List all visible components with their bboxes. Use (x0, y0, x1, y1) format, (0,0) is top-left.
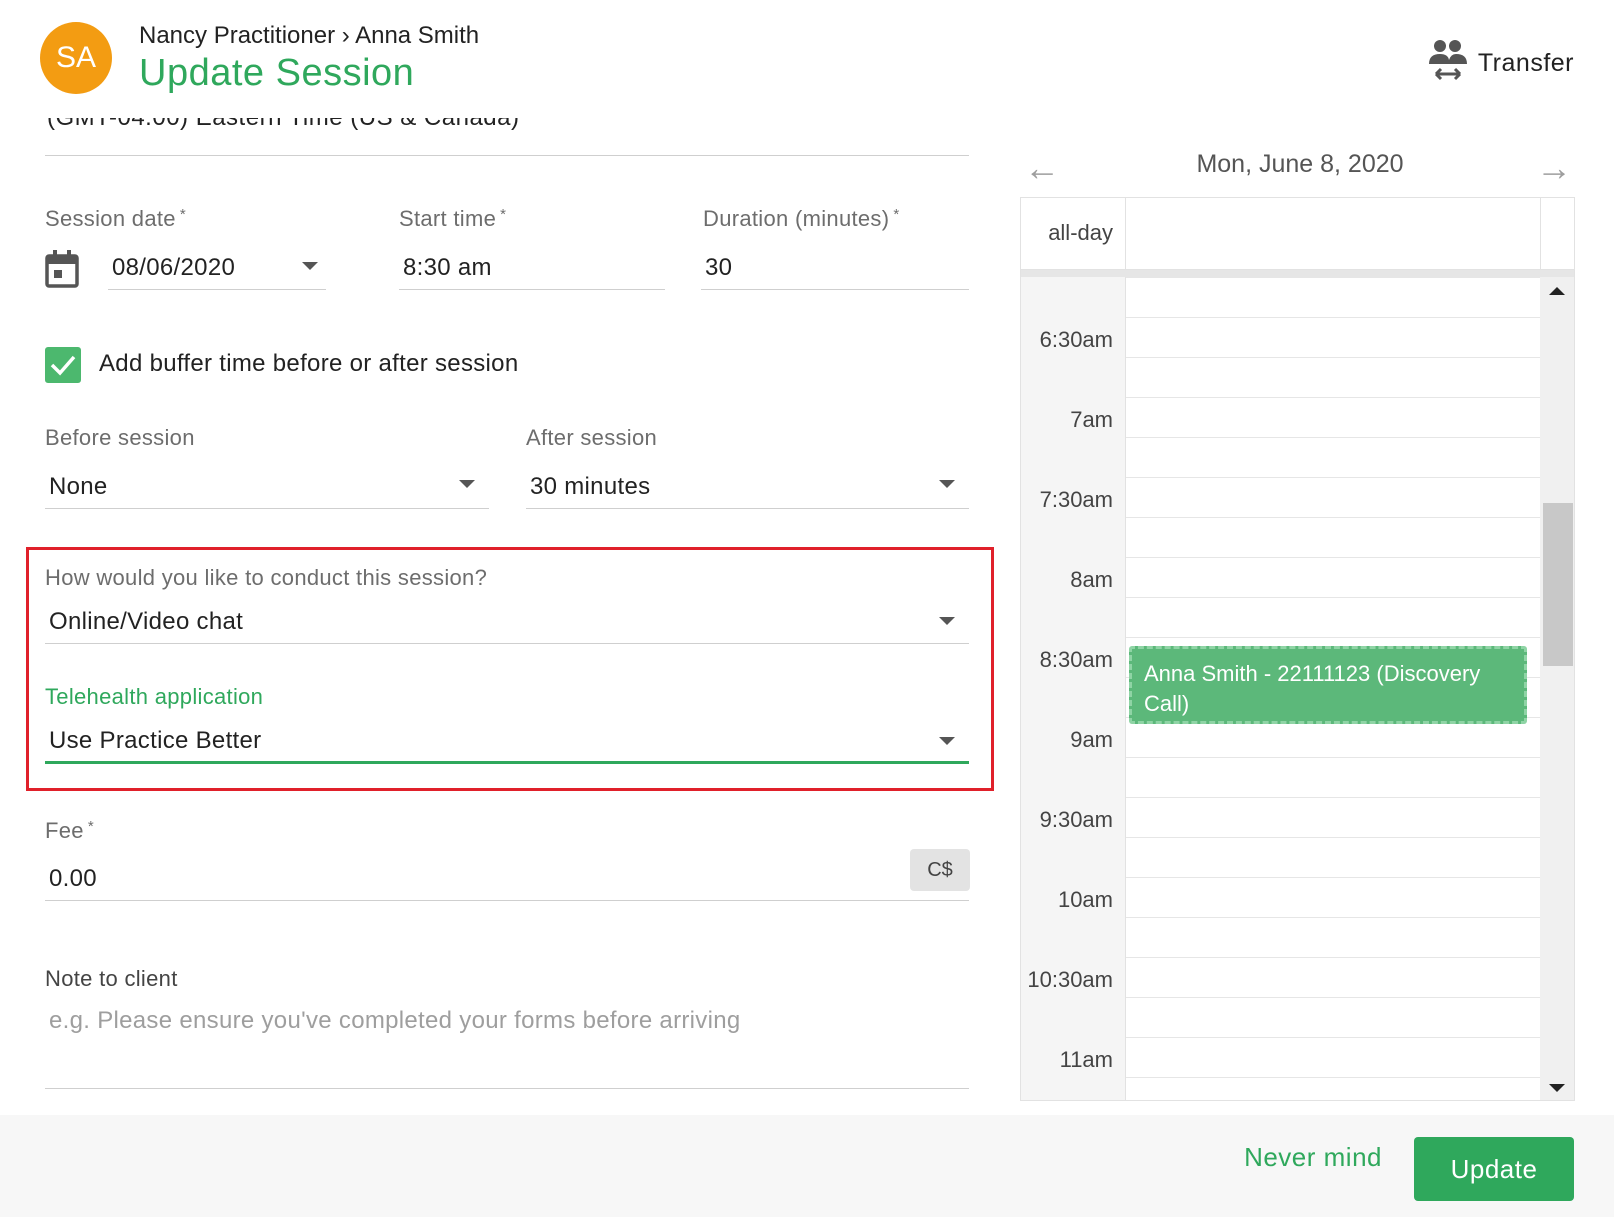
after-session-dropdown-icon[interactable] (939, 480, 955, 488)
avatar-initials: SA (55, 41, 97, 74)
session-date-input[interactable]: 08/06/2020 (108, 246, 326, 290)
time-slot-area[interactable]: Anna Smith - 22111123 (Discovery Call) (1126, 277, 1540, 1100)
session-date-label: Session date * (45, 206, 186, 231)
time-label: 8am (1070, 567, 1113, 592)
after-session-label: After session (526, 425, 658, 450)
buffer-checkbox[interactable] (45, 347, 81, 383)
duration-input[interactable]: 30 (701, 246, 969, 290)
calendar-event[interactable]: Anna Smith - 22111123 (Discovery Call) (1129, 646, 1527, 724)
transfer-users-icon (1428, 38, 1468, 89)
before-session-label: Before session (45, 425, 195, 450)
before-session-select[interactable]: None (45, 465, 489, 509)
time-label: 8:30am (1039, 647, 1113, 672)
calendar-icon[interactable] (45, 250, 79, 293)
time-label: 7am (1070, 407, 1113, 432)
checkmark-icon (50, 355, 76, 376)
before-session-dropdown-icon[interactable] (459, 480, 475, 488)
allday-divider (1021, 270, 1574, 277)
time-label: 9:30am (1039, 807, 1113, 832)
time-label: 6:30am (1039, 327, 1113, 352)
scroll-thumb[interactable] (1543, 503, 1573, 666)
telehealth-dropdown-icon[interactable] (939, 737, 955, 745)
scroll-down-arrow-icon[interactable] (1549, 1084, 1565, 1092)
note-label: Note to client (45, 966, 178, 991)
after-session-select[interactable]: 30 minutes (526, 465, 969, 509)
time-label: 10am (1057, 887, 1113, 912)
breadcrumb: Nancy Practitioner › Anna Smith (139, 22, 480, 49)
telehealth-label: Telehealth application (45, 684, 264, 709)
day-calendar: all-day 6:30am 7am 7:30am 8am 8:30am 9am… (1020, 197, 1575, 1101)
calendar-date-title: Mon, June 8, 2020 (1196, 150, 1404, 178)
transfer-label: Transfer (1477, 49, 1574, 77)
telehealth-select[interactable]: Use Practice Better (45, 720, 969, 764)
time-label: 11am (1059, 1047, 1113, 1072)
conduct-dropdown-icon[interactable] (939, 617, 955, 625)
currency-badge: C$ (910, 849, 970, 891)
duration-label: Duration (minutes) * (703, 206, 900, 231)
timezone-value: (GMT-04:00) Eastern Time (US & Canada) (47, 118, 520, 132)
time-gutter: 6:30am 7am 7:30am 8am 8:30am 9am 9:30am … (1021, 277, 1126, 1100)
timezone-select[interactable]: (GMT-04:00) Eastern Time (US & Canada) (45, 118, 969, 156)
time-label: 9am (1070, 727, 1113, 752)
transfer-button[interactable]: Transfer (1428, 38, 1574, 89)
calendar-next-arrow-icon[interactable]: → (1536, 150, 1572, 186)
session-date-dropdown-icon[interactable] (302, 262, 318, 270)
never-mind-button[interactable]: Never mind (1244, 1142, 1382, 1173)
scroll-up-arrow-icon[interactable] (1549, 287, 1565, 295)
time-label: 7:30am (1039, 487, 1113, 512)
update-button[interactable]: Update (1414, 1137, 1574, 1201)
note-textarea[interactable]: e.g. Please ensure you've completed your… (45, 999, 969, 1089)
fee-input[interactable]: 0.00 (45, 857, 969, 901)
time-label: 10:30am (1027, 967, 1113, 992)
conduct-label: How would you like to conduct this sessi… (45, 565, 488, 590)
avatar: SA (40, 22, 112, 94)
start-time-input[interactable]: 8:30 am (399, 246, 665, 290)
page-title: Update Session (139, 52, 415, 94)
fee-label: Fee * (45, 818, 94, 843)
allday-row: all-day (1021, 198, 1574, 270)
allday-label: all-day (1048, 220, 1113, 245)
start-time-label: Start time * (399, 206, 507, 231)
calendar-scrollbar[interactable] (1540, 277, 1574, 1100)
buffer-checkbox-label[interactable]: Add buffer time before or after session (99, 350, 518, 378)
conduct-select[interactable]: Online/Video chat (45, 600, 969, 644)
